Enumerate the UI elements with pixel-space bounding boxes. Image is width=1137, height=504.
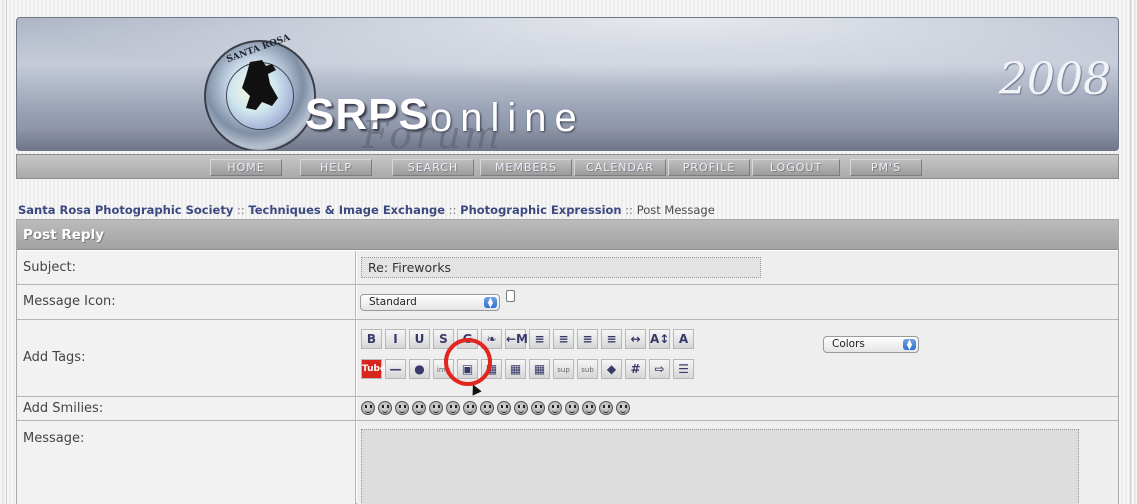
message-label: Message: [17, 421, 356, 504]
smiley-icon[interactable] [446, 401, 460, 415]
smiley-icon[interactable] [429, 401, 443, 415]
banner-sheen [17, 18, 1118, 88]
code-icon[interactable]: # [625, 359, 646, 379]
smiley-icon[interactable] [582, 401, 596, 415]
nav-profile[interactable]: PROFILE [668, 159, 750, 176]
add-smilies-label: Add Smilies: [17, 397, 356, 420]
font-size-icon[interactable]: A↕ [649, 329, 670, 349]
quote-icon[interactable]: ◆ [601, 359, 622, 379]
message-textarea[interactable] [361, 429, 1079, 504]
form-title: Post Reply [23, 227, 104, 243]
subject-input[interactable]: Re: Fireworks [361, 257, 761, 278]
left-align-icon[interactable]: ≡ [529, 329, 550, 349]
table-icon[interactable]: ▦ [481, 359, 502, 379]
strike-icon[interactable]: S [433, 329, 454, 349]
smiley-icon[interactable] [565, 401, 579, 415]
breadcrumb: Santa Rosa Photographic Society :: Techn… [18, 203, 715, 217]
breadcrumb-sep: :: [625, 203, 634, 217]
nav-members[interactable]: MEMBERS [480, 159, 572, 176]
subject-cell: Re: Fireworks [357, 251, 1118, 284]
add-tags-label: Add Tags: [17, 320, 356, 396]
font-face-icon[interactable]: A [673, 329, 694, 349]
add-smilies-row: Add Smilies: [17, 397, 1118, 421]
society-logo[interactable] [204, 40, 316, 150]
list-icon[interactable]: ☰ [673, 359, 694, 379]
table-column-icon[interactable]: ▦ [529, 359, 550, 379]
colors-select-value: Colors [832, 338, 865, 350]
colors-select[interactable]: Colors ▲ ▼ [823, 336, 919, 353]
insert-link-icon[interactable]: ▣ [457, 359, 478, 379]
youtube-icon[interactable]: Tube [361, 359, 386, 379]
hr-line-icon[interactable]: — [385, 359, 406, 379]
smiley-icon[interactable] [497, 401, 511, 415]
message-icon-select[interactable]: Standard ▲ ▼ [360, 294, 500, 311]
breadcrumb-techniques[interactable]: Techniques & Image Exchange [248, 203, 445, 217]
breadcrumb-expression[interactable]: Photographic Expression [460, 203, 621, 217]
post-reply-form: Post Reply Subject: Re: Fireworks Messag… [16, 219, 1119, 504]
message-icon-select-value: Standard [369, 296, 417, 308]
indent-icon[interactable]: ⇨ [649, 359, 670, 379]
subject-label: Subject: [17, 251, 356, 284]
center-align-icon[interactable]: ≡ [577, 329, 598, 349]
smiley-icon[interactable] [412, 401, 426, 415]
smiley-icon[interactable] [395, 401, 409, 415]
smiley-icon[interactable] [378, 401, 392, 415]
nav-calendar[interactable]: CALENDAR [574, 159, 666, 176]
nav-logout[interactable]: LOGOUT [752, 159, 840, 176]
add-tags-row: Add Tags: Colors ▲ ▼ B I U S G ❧ ←M ≡ ≡ ≡ ≡ ↔ A↕ A Tube… [17, 320, 1118, 397]
smilies-cell [357, 397, 1118, 420]
nav-help[interactable]: HELP [300, 159, 372, 176]
horizontal-rule-icon[interactable]: ↔ [625, 329, 646, 349]
smiley-icon[interactable] [463, 401, 477, 415]
message-cell [357, 421, 1118, 504]
message-row: Message: [17, 421, 1118, 504]
breadcrumb-society[interactable]: Santa Rosa Photographic Society [18, 203, 233, 217]
superscript-icon[interactable]: sup [553, 359, 574, 379]
justify-icon[interactable]: ≡ [553, 329, 574, 349]
select-arrows-icon: ▲ ▼ [484, 297, 497, 309]
nav-search[interactable]: SEARCH [392, 159, 474, 176]
smiley-icon[interactable] [531, 401, 545, 415]
brand-online: online [430, 96, 585, 140]
smiley-icon[interactable] [480, 401, 494, 415]
insert-image-icon[interactable]: img [433, 359, 454, 379]
underline-icon[interactable]: U [409, 329, 430, 349]
message-icon-row: Message Icon: Standard ▲ ▼ [17, 285, 1118, 320]
flash-icon[interactable]: ● [409, 359, 430, 379]
smiley-icon[interactable] [616, 401, 630, 415]
form-header: Post Reply [17, 220, 1118, 250]
message-icon-checkbox[interactable] [506, 290, 515, 302]
subscript-icon[interactable]: sub [577, 359, 598, 379]
photographer-silhouette-icon [242, 60, 278, 110]
smiley-icon[interactable] [361, 401, 375, 415]
breadcrumb-sep: :: [237, 203, 245, 217]
main-nav: HOME HELP SEARCH MEMBERS CALENDAR PROFIL… [16, 154, 1119, 179]
smiley-icon[interactable] [514, 401, 528, 415]
move-icon[interactable]: ←M [505, 329, 528, 349]
nav-pms[interactable]: PM'S [850, 159, 922, 176]
breadcrumb-sep: :: [448, 203, 457, 217]
subject-row: Subject: Re: Fireworks [17, 251, 1118, 285]
italic-icon[interactable]: I [385, 329, 406, 349]
banner-year: 2008 [999, 54, 1111, 105]
site-banner: SANTA ROSA SRPS Forum online 2008 [16, 17, 1119, 151]
smiley-icon[interactable] [599, 401, 613, 415]
breadcrumb-current: Post Message [636, 203, 715, 217]
glow-icon[interactable]: G [457, 329, 478, 349]
smiley-icon[interactable] [548, 401, 562, 415]
message-icon-label: Message Icon: [17, 285, 356, 319]
shadow-icon[interactable]: ❧ [481, 329, 502, 349]
table-row-icon[interactable]: ▦ [505, 359, 526, 379]
message-icon-cell: Standard ▲ ▼ [357, 285, 1118, 319]
nav-home[interactable]: HOME [210, 159, 282, 176]
select-arrows-icon: ▲ ▼ [903, 339, 916, 351]
bold-icon[interactable]: B [361, 329, 382, 349]
right-align-icon[interactable]: ≡ [601, 329, 622, 349]
